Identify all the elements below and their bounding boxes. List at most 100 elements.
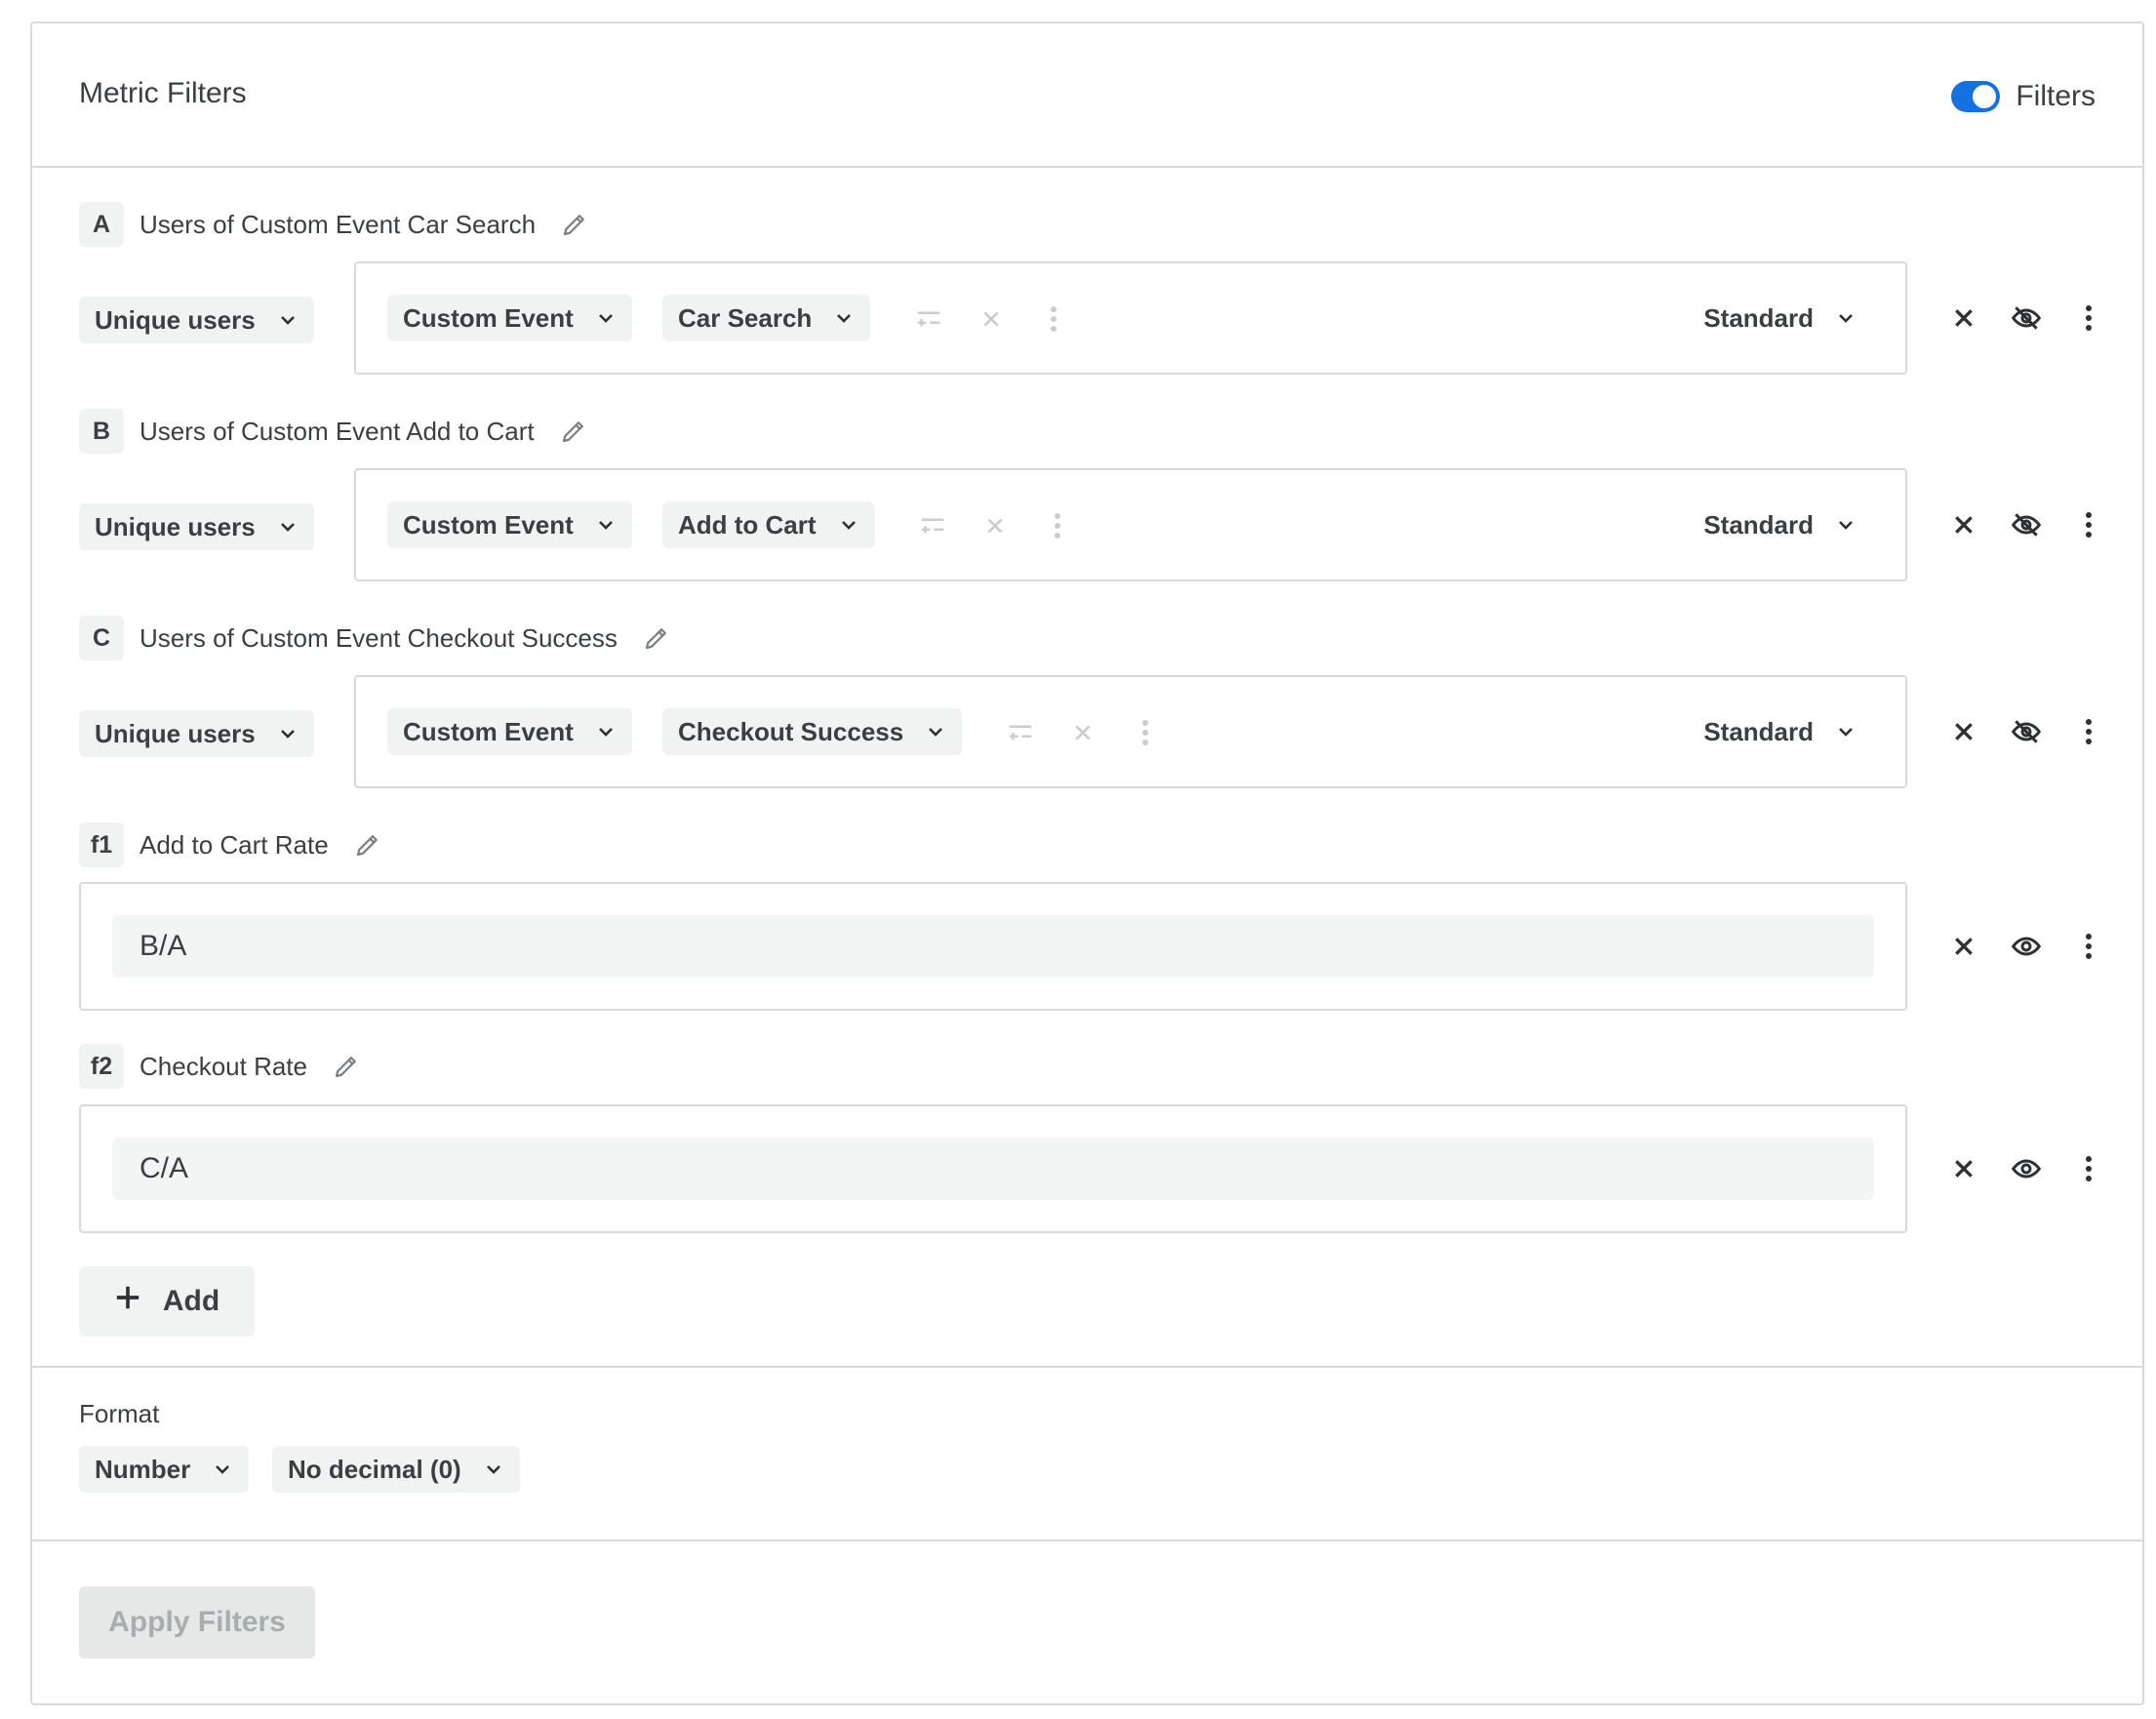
more-options-icon[interactable] [2071, 714, 2106, 749]
chevron-down-icon [595, 721, 617, 742]
add-filter-icon[interactable] [912, 302, 945, 336]
event-query-box-a: Custom Event Car Search Standard [354, 261, 1907, 375]
more-options-icon[interactable] [2071, 1151, 2106, 1186]
add-button[interactable]: Add [79, 1266, 255, 1337]
chevron-down-icon [483, 1459, 504, 1480]
row-actions-a [1946, 300, 2106, 336]
event-more-icon[interactable] [1041, 509, 1074, 542]
chevron-down-icon [838, 514, 859, 536]
event-type-dropdown[interactable]: Custom Event [387, 295, 632, 341]
formula-box-f1: B/A [79, 882, 1907, 1011]
apply-filters-button[interactable]: Apply Filters [79, 1586, 315, 1659]
event-name-value: Checkout Success [678, 716, 904, 746]
section-divider [32, 1366, 2142, 1368]
edit-name-icon[interactable] [559, 209, 590, 240]
event-query-box-c: Custom Event Checkout Success Standard [354, 675, 1907, 788]
section-divider [32, 1539, 2142, 1541]
more-options-icon[interactable] [2071, 300, 2106, 336]
formula-input[interactable]: B/A [112, 915, 1874, 978]
event-query-box-b: Custom Event Add to Cart Standard [354, 468, 1907, 581]
edit-name-icon[interactable] [641, 622, 672, 654]
clear-event-icon[interactable] [975, 302, 1008, 336]
row-actions-b [1946, 507, 2106, 542]
formula-name: Add to Cart Rate [140, 829, 329, 860]
more-options-icon[interactable] [2071, 507, 2106, 542]
formula-header-f1: f1 Add to Cart Rate [79, 822, 383, 867]
row-actions-f2 [1946, 1151, 2106, 1186]
formula-letter-badge: f1 [79, 822, 124, 867]
chevron-down-icon [833, 307, 855, 329]
chevron-down-icon [277, 309, 299, 331]
event-name-value: Add to Cart [678, 509, 817, 540]
eye-slash-icon[interactable] [2009, 300, 2044, 336]
eye-slash-icon[interactable] [2009, 714, 2044, 749]
event-type-value: Custom Event [403, 716, 574, 746]
formula-box-f2: C/A [79, 1104, 1907, 1233]
eye-slash-icon[interactable] [2009, 507, 2044, 542]
eye-icon[interactable] [2009, 929, 2044, 964]
formula-header-f2: f2 Checkout Rate [79, 1044, 362, 1089]
mode-dropdown[interactable]: Standard [1703, 708, 1857, 755]
metric-header-c: C Users of Custom Event Checkout Success [79, 616, 672, 660]
chevron-down-icon [925, 721, 946, 742]
remove-metric-icon[interactable] [1946, 714, 1981, 749]
edit-name-icon[interactable] [558, 416, 589, 447]
add-filter-icon[interactable] [1004, 716, 1037, 749]
metric-filters-panel: Metric Filters Filters A Users of Custom… [30, 21, 2144, 1705]
event-type-dropdown[interactable]: Custom Event [387, 501, 632, 548]
add-filter-icon[interactable] [916, 509, 949, 542]
formula-input[interactable]: C/A [112, 1138, 1874, 1200]
metric-name: Users of Custom Event Checkout Success [140, 622, 618, 653]
panel-header: Metric Filters Filters [32, 23, 2142, 168]
event-type-dropdown[interactable]: Custom Event [387, 708, 632, 755]
edit-name-icon[interactable] [352, 829, 383, 860]
add-button-label: Add [162, 1285, 220, 1317]
remove-metric-icon[interactable] [1946, 300, 1981, 336]
formula-name: Checkout Rate [140, 1051, 307, 1081]
measure-value: Unique users [95, 718, 256, 748]
clear-event-icon[interactable] [978, 509, 1012, 542]
chevron-down-icon [1835, 721, 1857, 742]
more-options-icon[interactable] [2071, 929, 2106, 964]
plus-icon [114, 1284, 141, 1319]
decimals-value: No decimal (0) [288, 1454, 461, 1484]
remove-formula-icon[interactable] [1946, 929, 1981, 964]
metric-header-a: A Users of Custom Event Car Search [79, 202, 590, 247]
event-name-dropdown[interactable]: Car Search [662, 295, 871, 341]
remove-formula-icon[interactable] [1946, 1151, 1981, 1186]
chevron-down-icon [1835, 514, 1857, 536]
remove-metric-icon[interactable] [1946, 507, 1981, 542]
measure-value: Unique users [95, 511, 256, 541]
measure-value: Unique users [95, 304, 256, 335]
row-actions-f1 [1946, 929, 2106, 964]
filters-toggle-switch[interactable] [1951, 81, 2001, 112]
mode-dropdown[interactable]: Standard [1703, 295, 1857, 341]
measure-dropdown-a[interactable]: Unique users [79, 297, 314, 343]
decimals-dropdown[interactable]: No decimal (0) [272, 1446, 520, 1493]
eye-icon[interactable] [2009, 1151, 2044, 1186]
event-type-value: Custom Event [403, 509, 574, 540]
mode-value: Standard [1703, 509, 1814, 540]
measure-dropdown-b[interactable]: Unique users [79, 503, 314, 550]
filters-toggle[interactable]: Filters [1951, 77, 2096, 116]
mode-dropdown[interactable]: Standard [1703, 501, 1857, 548]
chevron-down-icon [212, 1459, 233, 1480]
format-type-value: Number [95, 1454, 191, 1484]
formula-letter-badge: f2 [79, 1044, 124, 1089]
metric-header-b: B Users of Custom Event Add to Cart [79, 409, 589, 454]
chevron-down-icon [277, 723, 299, 744]
event-type-value: Custom Event [403, 302, 574, 333]
format-type-dropdown[interactable]: Number [79, 1446, 250, 1493]
format-label: Format [79, 1399, 160, 1428]
metric-name: Users of Custom Event Car Search [140, 209, 537, 239]
event-more-icon[interactable] [1129, 716, 1162, 749]
edit-name-icon[interactable] [331, 1051, 362, 1082]
event-more-icon[interactable] [1037, 302, 1070, 336]
event-name-dropdown[interactable]: Add to Cart [662, 501, 875, 548]
measure-dropdown-c[interactable]: Unique users [79, 710, 314, 757]
filters-toggle-label: Filters [2016, 80, 2096, 112]
event-name-value: Car Search [678, 302, 813, 333]
metric-name: Users of Custom Event Add to Cart [140, 416, 535, 446]
event-name-dropdown[interactable]: Checkout Success [662, 708, 963, 755]
clear-event-icon[interactable] [1066, 716, 1099, 749]
